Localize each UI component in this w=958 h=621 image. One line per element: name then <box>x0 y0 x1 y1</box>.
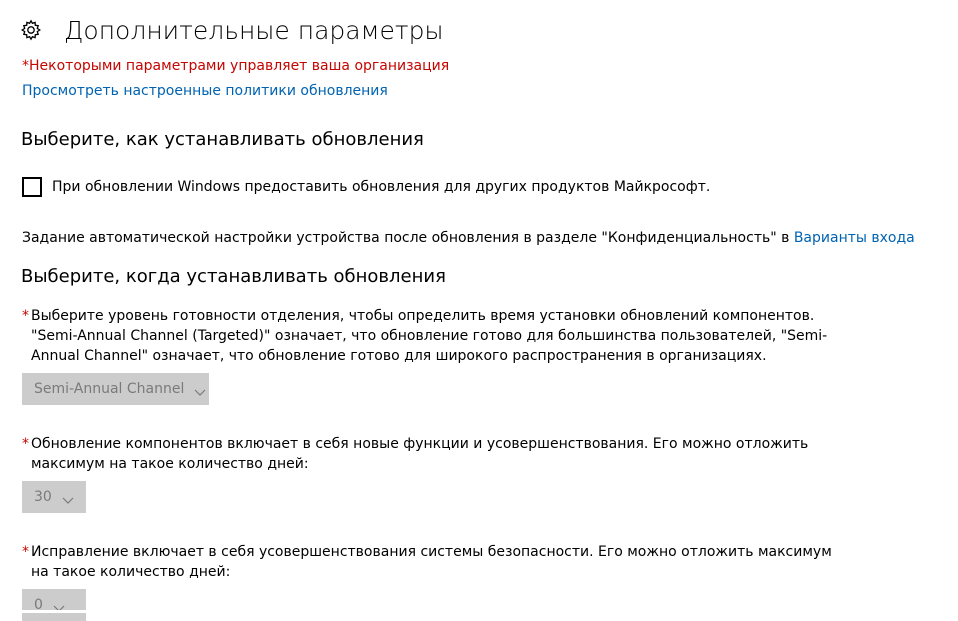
required-mark: * <box>22 436 29 452</box>
feature-update-description: * Обновление компонентов включает в себя… <box>22 434 842 474</box>
chevron-down-icon <box>53 601 65 612</box>
managed-by-org-note: *Некоторыми параметрами управляет ваша о… <box>22 58 450 74</box>
section-title-how: Выберите, как устанавливать обновления <box>21 129 424 150</box>
branch-readiness-dropdown[interactable]: Semi-Annual Channel <box>22 373 209 405</box>
feature-update-defer-dropdown[interactable]: 30 <box>22 481 86 513</box>
view-policies-link[interactable]: Просмотреть настроенные политики обновле… <box>22 83 388 99</box>
page-title: Дополнительные параметры <box>64 15 444 45</box>
privacy-setting-line: Задание автоматической настройки устройс… <box>22 230 915 246</box>
chevron-down-icon <box>62 493 74 504</box>
quality-update-description: * Исправление включает в себя усовершенс… <box>22 542 842 582</box>
required-mark: * <box>22 308 29 324</box>
required-mark: * <box>22 544 29 560</box>
other-products-updates-checkbox-row[interactable]: При обновлении Windows предоставить обно… <box>22 177 710 197</box>
sign-in-options-link[interactable]: Варианты входа <box>794 230 915 246</box>
other-products-updates-label: При обновлении Windows предоставить обно… <box>52 179 711 195</box>
page-header: Дополнительные параметры <box>20 12 444 48</box>
section-title-when: Выберите, когда устанавливать обновления <box>21 266 446 287</box>
other-products-updates-checkbox[interactable] <box>22 177 42 197</box>
privacy-setting-text: Задание автоматической настройки устройс… <box>22 230 794 246</box>
branch-readiness-description: * Выберите уровень готовности отделения,… <box>22 306 842 366</box>
gear-icon <box>20 19 42 41</box>
feature-update-defer-selected: 30 <box>34 489 52 505</box>
branch-readiness-text: Выберите уровень готовности отделения, ч… <box>31 308 828 364</box>
feature-update-text: Обновление компонентов включает в себя н… <box>31 436 809 472</box>
quality-update-defer-dropdown[interactable]: 0 <box>22 589 86 621</box>
chevron-down-icon <box>194 385 206 396</box>
quality-update-text: Исправление включает в себя усовершенств… <box>31 544 832 580</box>
branch-readiness-selected: Semi-Annual Channel <box>34 381 185 397</box>
